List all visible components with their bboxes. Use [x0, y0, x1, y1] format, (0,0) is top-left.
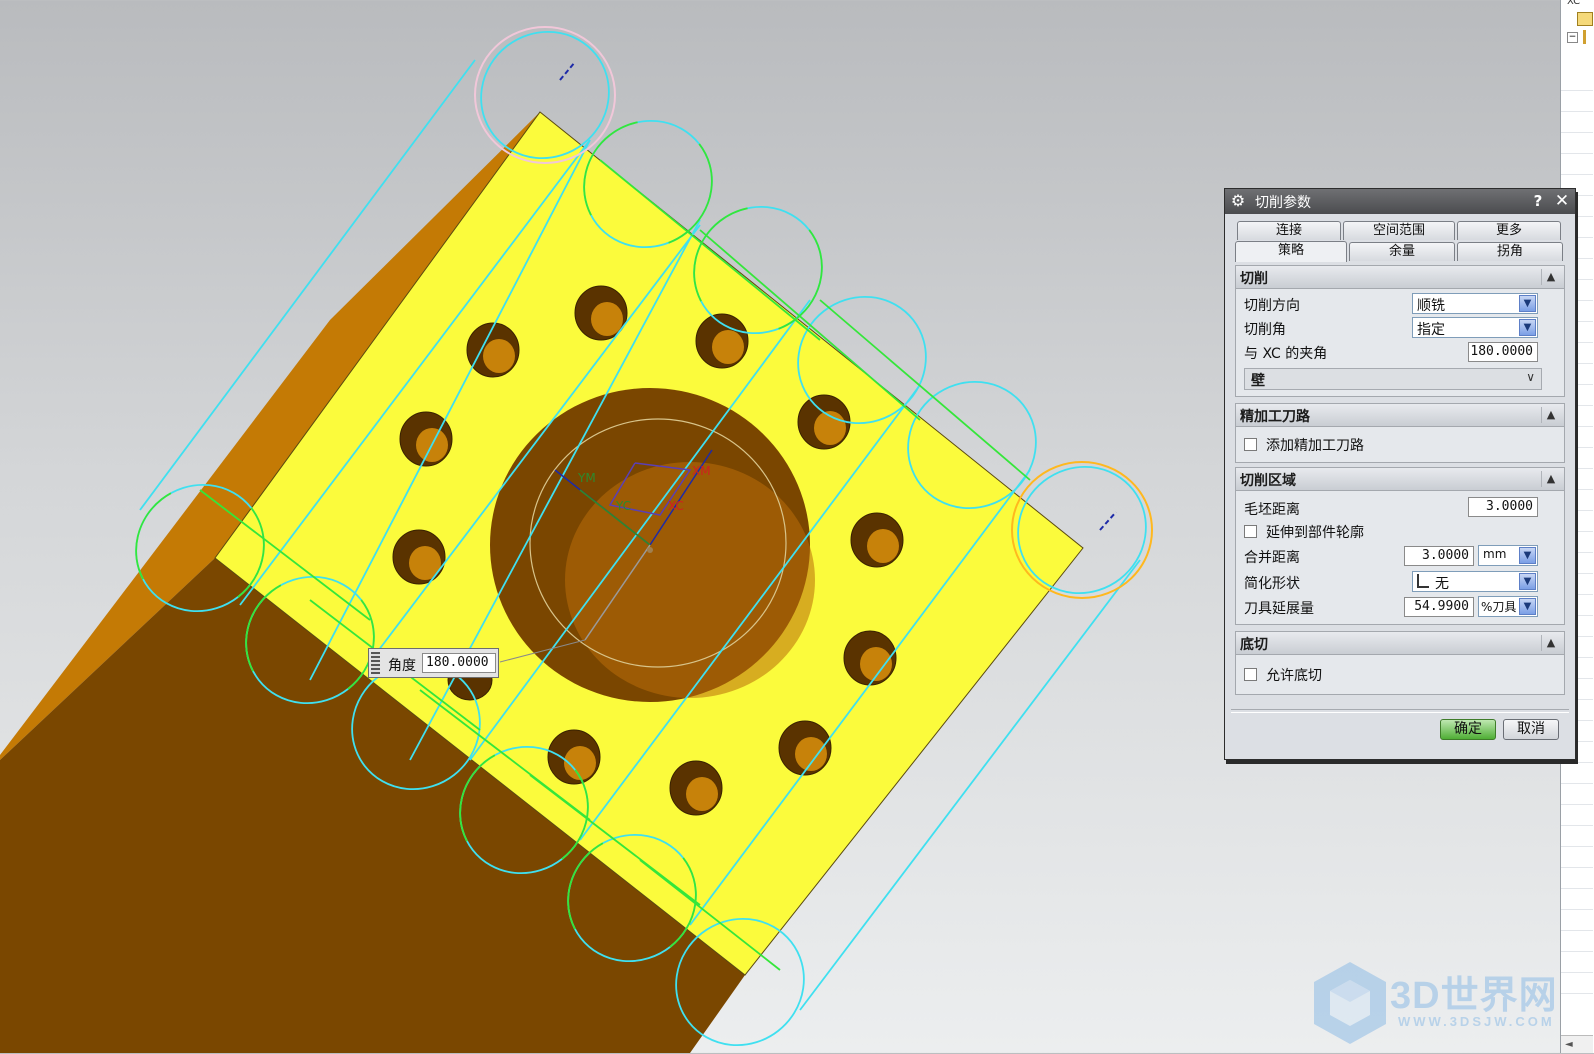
cut-direction-value: 顺铣 [1417, 298, 1445, 314]
help-icon[interactable]: ? [1528, 191, 1548, 212]
angle-value-input[interactable]: 180.0000 [422, 653, 496, 673]
gear-icon: ⚙ [1230, 191, 1246, 210]
merge-distance-input[interactable]: 3.0000 [1404, 546, 1474, 566]
part-navigator-tree[interactable]: XC − [1563, 0, 1593, 70]
chevron-down-icon: ▼ [1519, 598, 1536, 615]
simplify-shape-label: 简化形状 [1244, 576, 1300, 592]
collapse-up-icon[interactable]: ▲ [1541, 471, 1560, 487]
dialog-title: 切削参数 [1255, 195, 1311, 211]
ok-button[interactable]: 确定 [1440, 719, 1496, 740]
tab-space-range[interactable]: 空间范围 [1343, 221, 1455, 240]
tab-connect[interactable]: 连接 [1237, 221, 1341, 240]
svg-text:XC: XC [668, 499, 684, 513]
chevron-down-icon: ▼ [1519, 295, 1536, 312]
section-undercut-header[interactable]: 底切 ▲ [1235, 631, 1565, 655]
section-cut-region-title: 切削区域 [1240, 473, 1296, 489]
simplify-shape-dropdown[interactable]: 无 ▼ [1412, 571, 1538, 592]
drag-handle-icon[interactable] [371, 652, 380, 674]
section-undercut-body: 允许底切 [1235, 655, 1565, 695]
section-undercut-title: 底切 [1240, 637, 1268, 653]
scroll-left-button[interactable]: ◄ [1561, 1035, 1593, 1053]
cancel-button[interactable]: 取消 [1503, 719, 1559, 740]
collapse-up-icon[interactable]: ▲ [1541, 269, 1560, 285]
blank-distance-label: 毛坯距离 [1244, 502, 1300, 518]
collapse-up-icon[interactable]: ▲ [1541, 407, 1560, 423]
chevron-down-icon: ▼ [1519, 573, 1536, 590]
watermark: 3D世界网 WWW.3DSJW.COM [1310, 960, 1565, 1045]
chevron-down-icon: ▼ [1519, 547, 1536, 564]
chevron-down-icon: ∨ [1526, 370, 1535, 384]
tree-node-icon [1583, 30, 1586, 44]
section-cut-region-body: 毛坯距离 3.0000 延伸到部件轮廓 合并距离 3.0000 mm ▼ 简化形… [1235, 491, 1565, 625]
merge-distance-label: 合并距离 [1244, 550, 1300, 566]
section-cut-header[interactable]: 切削 ▲ [1235, 265, 1565, 289]
add-finish-checkbox[interactable] [1244, 438, 1257, 451]
tab-more[interactable]: 更多 [1457, 221, 1561, 240]
section-cut-body: 切削方向 顺铣 ▼ 切削角 指定 ▼ 与 XC 的夹角 180.0000 壁 ∨ [1235, 289, 1565, 397]
tab-content-strategy: 切削 ▲ 切削方向 顺铣 ▼ 切削角 指定 ▼ 与 XC 的夹角 180.000… [1235, 261, 1565, 707]
allow-undercut-label: 允许底切 [1266, 668, 1322, 684]
angle-input-popup: 角度 180.0000 [368, 648, 499, 678]
tab-strategy[interactable]: 策略 [1235, 241, 1347, 262]
section-cut-region-header[interactable]: 切削区域 ▲ [1235, 467, 1565, 491]
svg-text:YC: YC [615, 499, 631, 513]
svg-text:YM: YM [577, 471, 596, 485]
tool-extension-unit-dropdown[interactable]: %刀具 ▼ [1478, 596, 1538, 617]
svg-text:XM: XM [692, 464, 711, 478]
cut-direction-label: 切削方向 [1244, 298, 1300, 314]
section-cut-title: 切削 [1240, 271, 1268, 287]
tool-extension-input[interactable]: 54.9900 [1404, 597, 1474, 617]
dialog-divider [1231, 709, 1569, 713]
wall-group-header[interactable]: 壁 ∨ [1244, 368, 1542, 390]
cut-angle-label: 切削角 [1244, 322, 1286, 338]
watermark-text: 3D世界网 [1390, 975, 1558, 1017]
add-finish-label: 添加精加工刀路 [1266, 438, 1364, 454]
section-finish-title: 精加工刀路 [1240, 409, 1310, 425]
extend-to-part-label: 延伸到部件轮廓 [1266, 525, 1364, 541]
cube-logo-icon [1314, 962, 1386, 1044]
section-finish-header[interactable]: 精加工刀路 ▲ [1235, 403, 1565, 427]
corner-shape-icon [1417, 574, 1429, 588]
tree-label: XC [1567, 0, 1581, 7]
allow-undercut-checkbox[interactable] [1244, 668, 1257, 681]
tab-corner[interactable]: 拐角 [1457, 242, 1563, 261]
extend-to-part-checkbox[interactable] [1244, 525, 1257, 538]
tool-extension-unit-value: %刀具 [1481, 600, 1517, 614]
folder-icon [1577, 12, 1593, 26]
cut-angle-value: 指定 [1417, 322, 1445, 338]
simplify-shape-value: 无 [1435, 576, 1449, 592]
merge-unit-dropdown[interactable]: mm ▼ [1478, 545, 1538, 566]
watermark-url: WWW.3DSJW.COM [1398, 1014, 1555, 1029]
cut-angle-dropdown[interactable]: 指定 ▼ [1412, 317, 1538, 338]
dialog-titlebar[interactable]: ⚙ 切削参数 ? ✕ [1225, 189, 1575, 214]
cut-parameters-dialog: ⚙ 切削参数 ? ✕ 连接 空间范围 更多 策略 余量 拐角 切削 ▲ 切削方向… [1224, 188, 1576, 760]
cut-direction-dropdown[interactable]: 顺铣 ▼ [1412, 293, 1538, 314]
section-finish-body: 添加精加工刀路 [1235, 427, 1565, 463]
tool-extension-label: 刀具延展量 [1244, 601, 1314, 617]
merge-unit-value: mm [1483, 547, 1507, 561]
xc-angle-input[interactable]: 180.0000 [1468, 342, 1538, 362]
tab-stock[interactable]: 余量 [1349, 242, 1455, 261]
angle-label: 角度 [388, 658, 416, 674]
blank-distance-input[interactable]: 3.0000 [1468, 497, 1538, 517]
chevron-down-icon: ▼ [1519, 319, 1536, 336]
wall-label: 壁 [1251, 373, 1265, 389]
xc-angle-label: 与 XC 的夹角 [1244, 346, 1328, 362]
close-icon[interactable]: ✕ [1552, 191, 1572, 212]
collapse-up-icon[interactable]: ▲ [1541, 635, 1560, 651]
collapse-icon[interactable]: − [1567, 32, 1578, 43]
